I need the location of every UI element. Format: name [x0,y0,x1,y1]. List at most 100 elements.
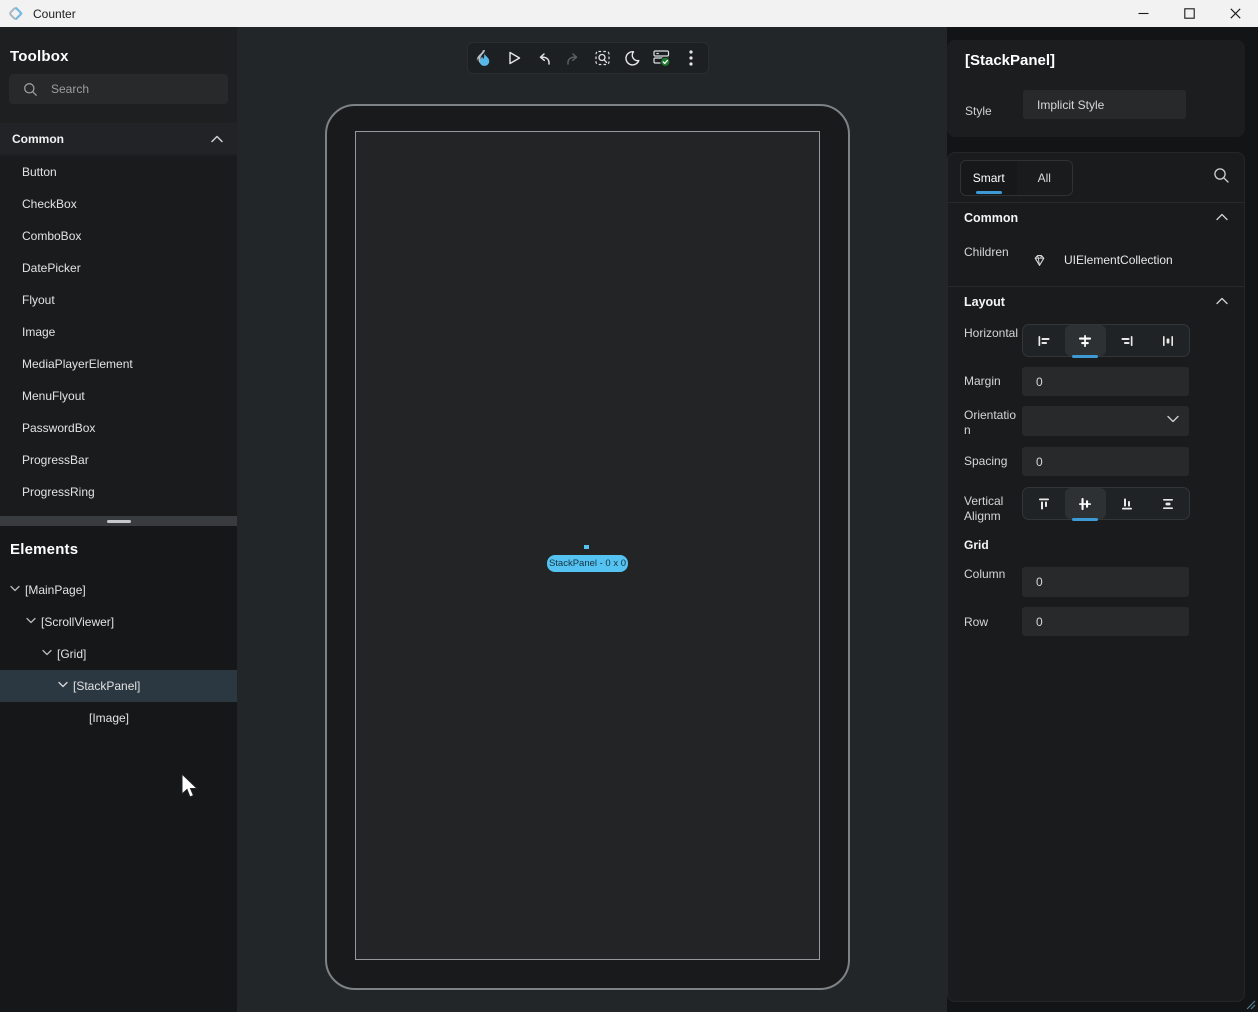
selected-element-title: [StackPanel] [965,52,1055,69]
resize-grip-icon[interactable] [1246,1000,1256,1010]
section-common: Common [964,211,1018,225]
theme-moon-icon[interactable] [619,45,645,71]
selection-badge: StackPanel - 0 x 0 [547,555,628,572]
children-value: UIElementCollection [1064,253,1173,267]
sidebar-splitter[interactable] [0,516,237,526]
tree-item-label: [Grid] [57,647,86,661]
window-title: Counter [33,7,76,21]
more-options-icon[interactable] [678,45,704,71]
grid-row-label: Row [964,615,1022,630]
style-input[interactable] [1023,90,1186,119]
collection-type-icon [1032,253,1047,268]
search-icon [23,82,38,97]
toolbox-item-list: Button CheckBox ComboBox DatePicker Flyo… [0,156,237,516]
toolbox-item-button[interactable]: Button [0,156,237,188]
tree-item-label: [ScrollViewer] [41,615,114,629]
toolbox-item-mediaplayerelement[interactable]: MediaPlayerElement [0,348,237,380]
tree-item-label: [StackPanel] [73,679,140,693]
align-center-button[interactable] [1065,325,1107,356]
design-canvas[interactable]: StackPanel - 0 x 0 [237,27,947,1012]
tree-item-image[interactable]: [Image] [0,702,237,734]
margin-label: Margin [964,374,1022,389]
zoom-selection-icon[interactable] [590,45,616,71]
spacing-label: Spacing [964,454,1022,469]
titlebar: Counter [0,0,1258,27]
margin-input[interactable] [1022,367,1189,396]
align-right-button[interactable] [1106,325,1148,356]
maximize-button[interactable] [1166,0,1212,27]
tab-all[interactable]: All [1017,161,1073,195]
chevron-down-icon[interactable] [26,617,36,624]
connection-status-check-icon[interactable] [649,45,675,71]
toolbox-item-progressbar[interactable]: ProgressBar [0,444,237,476]
designer-window: Counter Toolbox Common Button CheckBox [0,0,1258,1012]
toolbox-title: Toolbox [10,48,69,65]
chevron-down-icon[interactable] [58,681,68,688]
grid-column-input[interactable] [1022,567,1189,597]
spacing-input[interactable] [1022,447,1189,476]
tree-item-label: [MainPage] [25,583,86,597]
elements-panel: Elements [MainPage] [ScrollViewer] [Grid… [0,526,237,1012]
elements-title: Elements [10,541,78,558]
tree-item-scrollviewer[interactable]: [ScrollViewer] [0,606,237,638]
grid-column-label: Column [964,567,1022,582]
align-stretch-button[interactable] [1148,325,1190,356]
tree-item-grid[interactable]: [Grid] [0,638,237,670]
property-inspector: [StackPanel] Style Smart All Common Chil… [947,27,1258,1012]
toolbox-item-datepicker[interactable]: DatePicker [0,252,237,284]
undo-icon[interactable] [531,45,557,71]
inspector-header-card: [StackPanel] Style [947,40,1245,137]
align-bottom-button[interactable] [1106,488,1148,519]
align-top-button[interactable] [1023,488,1065,519]
toolbox-item-image[interactable]: Image [0,316,237,348]
chevron-up-icon[interactable] [1216,297,1228,305]
align-vcenter-button[interactable] [1065,488,1107,519]
chevron-down-icon[interactable] [42,649,52,656]
left-sidebar: Toolbox Common Button CheckBox ComboBox … [0,27,237,1012]
inspector-properties-card: Smart All Common Children UIElementColle… [947,152,1245,1002]
horizontal-alignment-control [1022,324,1190,357]
chevron-up-icon [211,135,223,143]
mouse-cursor [178,772,200,802]
close-button[interactable] [1212,0,1258,27]
toolbox-item-checkbox[interactable]: CheckBox [0,188,237,220]
children-label: Children [964,245,1022,260]
hot-reload-flame-icon[interactable] [472,45,498,71]
toolbox-item-flyout[interactable]: Flyout [0,284,237,316]
play-icon[interactable] [501,45,527,71]
style-label: Style [965,104,992,118]
tree-item-stackpanel[interactable]: [StackPanel] [0,670,237,702]
tab-smart[interactable]: Smart [961,161,1017,195]
orientation-select[interactable] [1022,406,1189,436]
chevron-up-icon[interactable] [1216,213,1228,221]
grid-row-input[interactable] [1022,607,1189,636]
toolbox-item-combobox[interactable]: ComboBox [0,220,237,252]
toolbox-group-common[interactable]: Common [0,123,237,154]
toolbox-item-menuflyout[interactable]: MenuFlyout [0,380,237,412]
toolbox-search[interactable] [9,74,228,104]
vertical-alignment-label: Vertical Alignm [964,494,1022,524]
vertical-alignment-control [1022,487,1190,520]
splitter-handle-icon [107,520,131,523]
redo-icon[interactable] [560,45,586,71]
selected-element-handle[interactable] [584,545,589,549]
tree-item-label: [Image] [89,711,129,725]
element-tree: [MainPage] [ScrollViewer] [Grid] [StackP… [0,574,237,734]
search-icon[interactable] [1213,167,1230,184]
inspector-tabs: Smart All [960,160,1073,196]
orientation-label: Orientation [964,408,1022,438]
tree-item-mainpage[interactable]: [MainPage] [0,574,237,606]
align-left-button[interactable] [1023,325,1065,356]
design-toolbar [467,42,709,74]
chevron-down-icon[interactable] [10,585,20,592]
section-grid: Grid [964,538,989,552]
section-layout: Layout [964,295,1005,309]
toolbox-item-passwordbox[interactable]: PasswordBox [0,412,237,444]
minimize-button[interactable] [1120,0,1166,27]
horizontal-alignment-label: Horizontal [964,326,1022,341]
toolbox-search-input[interactable] [51,82,211,96]
app-logo-icon [7,5,24,22]
toolbox-group-label: Common [12,132,64,146]
toolbox-item-progressring[interactable]: ProgressRing [0,476,237,508]
align-vstretch-button[interactable] [1148,488,1190,519]
